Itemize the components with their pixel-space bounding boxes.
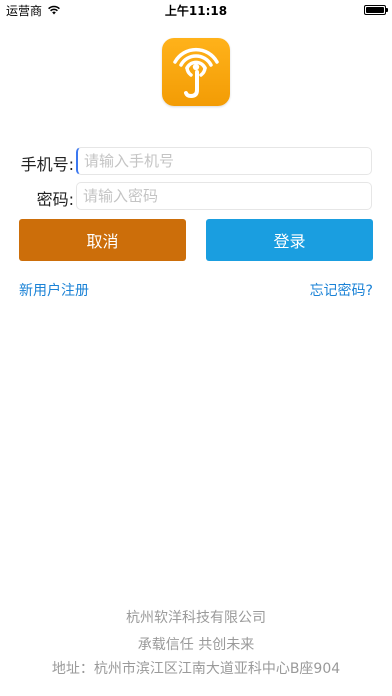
status-time: 上午11:18 [164, 4, 228, 18]
footer-slogan: 承载信任 共创未来 [137, 637, 255, 653]
forgot-password-link[interactable]: 忘记密码? [310, 280, 373, 300]
password-row: 密码: [0, 182, 392, 210]
status-bar: 运营商 上午11:18 [0, 0, 392, 20]
password-label: 密码: [36, 190, 74, 209]
phone-input[interactable] [76, 147, 372, 175]
battery-icon [364, 5, 388, 15]
footer-company: 杭州软洋科技有限公司 [126, 610, 266, 626]
phone-label: 手机号: [20, 155, 74, 174]
password-input[interactable] [76, 182, 372, 210]
cancel-button[interactable]: 取消 [19, 219, 186, 261]
login-button[interactable]: 登录 [206, 219, 373, 261]
footer-address: 地址：杭州市滨江区江南大道亚科中心B座904 [51, 661, 341, 677]
phone-row: 手机号: [0, 147, 392, 175]
app-logo-icon [162, 38, 230, 106]
register-link[interactable]: 新用户注册 [19, 280, 89, 300]
